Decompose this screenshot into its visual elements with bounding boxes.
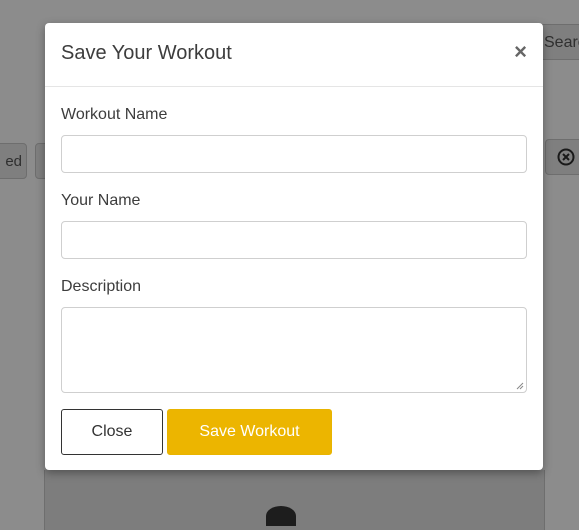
workout-name-label: Workout Name — [61, 106, 168, 123]
clear-circle-icon — [557, 148, 575, 166]
workout-name-input[interactable] — [61, 135, 527, 173]
modal-header: Save Your Workout × — [45, 23, 543, 87]
description-textarea[interactable] — [61, 307, 527, 393]
your-name-label: Your Name — [61, 192, 141, 209]
save-workout-modal: Save Your Workout × Workout Name Your Na… — [45, 23, 543, 470]
background-filter-button: ed — [0, 143, 27, 179]
resize-grip-icon[interactable] — [516, 382, 524, 390]
close-icon[interactable]: × — [514, 41, 527, 63]
background-clear-button — [545, 139, 579, 175]
background-image-fragment — [266, 506, 296, 526]
save-workout-button[interactable]: Save Workout — [167, 409, 332, 455]
description-label: Description — [61, 278, 142, 295]
modal-title: Save Your Workout — [61, 42, 232, 64]
close-button[interactable]: Close — [61, 409, 163, 455]
your-name-input[interactable] — [61, 221, 527, 259]
